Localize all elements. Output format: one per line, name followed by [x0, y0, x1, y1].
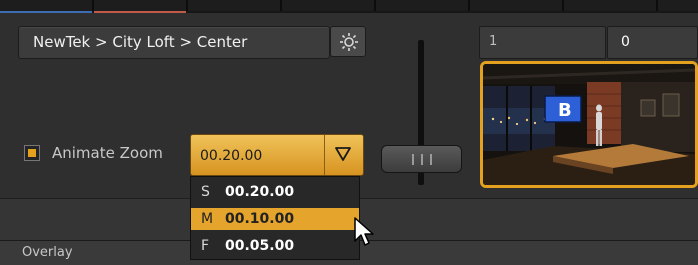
- tab-1[interactable]: [0, 0, 94, 14]
- option-key: F: [201, 238, 210, 254]
- breadcrumb-text: NewTek > City Loft > Center: [33, 33, 248, 51]
- tab-strip: [0, 0, 698, 14]
- tab-3[interactable]: [188, 0, 282, 11]
- checkbox-fill: [28, 149, 36, 157]
- settings-button[interactable]: [330, 26, 366, 57]
- option-value: 00.20.00: [225, 184, 295, 200]
- zoom-speed-dropdown: S 00.20.00 M 00.10.00 F 00.05.00: [190, 176, 360, 260]
- zoom-speed-value: 00.20.00: [200, 148, 263, 164]
- zoom-option-f[interactable]: F 00.05.00: [191, 235, 359, 257]
- option-value: 00.10.00: [225, 211, 295, 227]
- grip-line: [430, 154, 432, 165]
- tbar-handle[interactable]: [381, 145, 462, 173]
- animate-zoom-label: Animate Zoom: [52, 144, 163, 162]
- tab-8[interactable]: [658, 0, 698, 11]
- zoom-option-s[interactable]: S 00.20.00: [191, 181, 359, 203]
- grip-line: [412, 154, 414, 165]
- option-value: 00.05.00: [225, 238, 295, 254]
- value-text: 0: [621, 34, 630, 50]
- gear-icon: [340, 33, 358, 51]
- grip-line: [421, 154, 423, 165]
- zoom-option-m[interactable]: M 00.10.00: [191, 208, 359, 230]
- option-key: S: [201, 184, 210, 200]
- mouse-cursor-icon: [354, 217, 374, 246]
- tab-4[interactable]: [282, 0, 376, 11]
- tab-7[interactable]: [564, 0, 658, 11]
- select-divider: [324, 135, 325, 175]
- screen-letter: B: [558, 100, 572, 121]
- input-number-field[interactable]: [479, 26, 606, 59]
- tab-2[interactable]: [94, 0, 188, 14]
- overlay-label: Overlay: [22, 245, 73, 260]
- tab-6[interactable]: [470, 0, 564, 11]
- dropdown-arrow-icon[interactable]: [333, 145, 353, 163]
- tab-5[interactable]: [376, 0, 470, 11]
- option-key: M: [201, 211, 214, 227]
- virtual-set-image: B: [483, 64, 695, 185]
- preview-thumbnail[interactable]: B: [480, 61, 698, 188]
- input-number-text: 1: [489, 34, 498, 49]
- animate-zoom-checkbox[interactable]: [24, 145, 40, 161]
